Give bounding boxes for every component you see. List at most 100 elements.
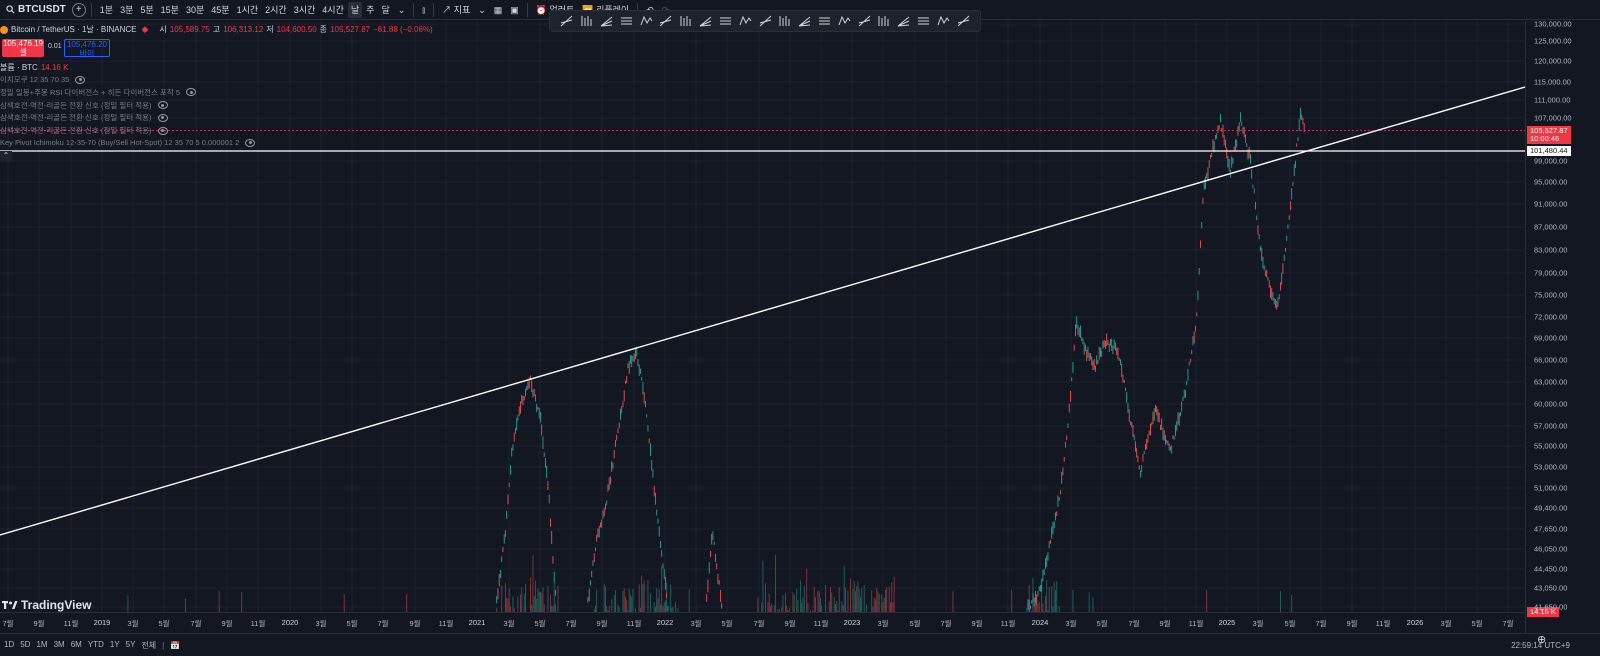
settings-icon[interactable]: ⊕ — [1537, 633, 1551, 647]
candle — [592, 560, 594, 566]
interval-button[interactable]: 4시간 — [319, 2, 347, 18]
candle — [1057, 495, 1059, 507]
eye-visibility-icon[interactable] — [186, 88, 197, 97]
indicator-legend-item[interactable]: 삼색호전-역전-리골든 전환 신호 (정밀 필터 적용) — [0, 100, 168, 111]
symbol-search[interactable]: BTCUSDT — [2, 4, 70, 15]
interval-button[interactable]: 1시간 — [234, 2, 262, 18]
range-button[interactable]: 5Y — [126, 640, 136, 651]
extended-line-icon[interactable] — [934, 13, 952, 29]
candle — [1135, 441, 1136, 452]
range-button[interactable]: 1Y — [110, 640, 120, 651]
chart-type-candles-icon[interactable]: ⫾ — [419, 2, 428, 18]
interval-button[interactable]: 5분 — [137, 2, 156, 18]
date-range-calendar-icon[interactable]: 📅 — [170, 641, 180, 650]
path-icon[interactable] — [835, 13, 853, 29]
interval-button[interactable]: 15분 — [158, 2, 182, 18]
eye-visibility-icon[interactable] — [75, 75, 86, 84]
interval-button[interactable]: 주 — [363, 2, 377, 18]
time-cycles-icon[interactable] — [717, 13, 735, 29]
candle — [1211, 152, 1213, 157]
candle — [596, 534, 598, 542]
buy-button[interactable]: 105,476.20 바이 — [64, 39, 110, 58]
range-button[interactable]: 3M — [54, 640, 65, 651]
price-axis[interactable]: 105,527.87 10:00:46 101,480.44 14.16 K 1… — [1525, 20, 1600, 633]
elliott-wave-icon[interactable] — [657, 13, 675, 29]
price-chart[interactable] — [0, 21, 1525, 633]
indicator-legend-item[interactable]: 정밀 일봉+주봉 RSI 다이버전스 + 히든 다이버전스 포착 5 — [0, 87, 197, 98]
range-button[interactable]: 1M — [36, 640, 47, 651]
interval-button[interactable]: 3시간 — [291, 2, 319, 18]
ray-icon[interactable] — [855, 13, 873, 29]
indicator-label: 삼색호전-역전-리골든 전환 신호 (정밀 필터 적용) — [0, 100, 152, 110]
cycle-lines-icon[interactable] — [677, 13, 695, 29]
templates-icon[interactable]: ▣ — [507, 2, 522, 18]
indicators-button[interactable]: ↗ 지표 — [439, 2, 473, 18]
candle — [512, 444, 514, 451]
eye-visibility-icon[interactable] — [157, 101, 168, 110]
time-axis-label: 9월 — [221, 619, 233, 628]
layouts-grid-icon[interactable]: ▦ — [491, 2, 506, 18]
interval-button[interactable]: 1분 — [97, 2, 116, 18]
pitchfork-icon[interactable] — [578, 13, 596, 29]
indicator-legend-item[interactable]: 이치모쿠 12 35 70 35 — [0, 74, 86, 85]
symbol-title[interactable]: Bitcoin / TetherUS · 1날 · BINANCE — [11, 24, 136, 35]
flag-icon[interactable]: ◆ — [141, 24, 148, 35]
xabcd-icon[interactable] — [816, 13, 834, 29]
candle — [1171, 445, 1173, 454]
interval-dropdown-chevron-icon[interactable]: ⌄ — [395, 2, 409, 18]
candle — [525, 388, 526, 397]
date-range-icon[interactable] — [756, 13, 774, 29]
candle — [1130, 421, 1131, 426]
eye-visibility-icon[interactable] — [157, 113, 168, 122]
abcd-pattern-icon[interactable] — [697, 13, 715, 29]
interval-button[interactable]: 3분 — [117, 2, 136, 18]
parallel-channel-icon[interactable] — [617, 13, 635, 29]
trend-angle-icon[interactable] — [558, 13, 576, 29]
indicator-legend-item[interactable]: Key Pivot Ichimoku 12-35-70 (Buy/Sell Ho… — [0, 138, 256, 147]
trend-line-drawing[interactable] — [0, 86, 1525, 536]
range-button[interactable]: YTD — [88, 640, 104, 651]
candle — [1241, 121, 1243, 127]
tradingview-logo[interactable]: TradingView — [2, 598, 91, 612]
long-position-icon[interactable] — [776, 13, 794, 29]
candle — [611, 461, 613, 472]
sell-button[interactable]: 105,476.19 셀 — [2, 39, 44, 57]
time-axis[interactable]: 7월 9월 11월 2019 3월 5월 7월 9월 11월 2020 3월 5월 7월 9월 11월 202… — [0, 612, 1525, 634]
candle — [527, 381, 529, 390]
volume-legend[interactable]: 볼륨 · BTC 14.16 K — [0, 62, 68, 73]
range-button[interactable]: 5D — [20, 640, 30, 651]
range-button[interactable]: 6M — [71, 640, 82, 651]
interval-button[interactable]: 날 — [347, 1, 363, 18]
eye-visibility-icon[interactable] — [245, 138, 256, 147]
horizontal-ray-icon[interactable] — [895, 13, 913, 29]
indicator-legend-item[interactable]: 삼색호전-역전-리골든 전환 신호 (정밀 필터 적용) — [0, 125, 168, 136]
indicator-legend-item[interactable]: 삼색호전-역전-리골든 전환 신호 (정밀 필터 적용) — [0, 112, 168, 123]
candle — [647, 425, 649, 432]
indicators-chevron-icon[interactable]: ⌄ — [475, 2, 489, 18]
range-button[interactable]: 1D — [4, 640, 14, 651]
low-key: 저 — [266, 25, 274, 34]
gann-fan-icon[interactable] — [796, 13, 814, 29]
fib-fan-icon[interactable] — [598, 13, 616, 29]
interval-button[interactable]: 45분 — [208, 2, 232, 18]
collapse-legend-chevron-icon[interactable]: ⌃ — [0, 151, 12, 161]
eye-visibility-icon[interactable] — [157, 126, 168, 135]
pattern-icon[interactable] — [637, 13, 655, 29]
zigzag-icon[interactable] — [954, 13, 972, 29]
forecast-icon-glyph — [878, 16, 889, 26]
candle — [608, 477, 610, 490]
range-button[interactable]: 전체 — [141, 640, 156, 651]
interval-button[interactable]: 달 — [378, 2, 392, 18]
range-icon[interactable] — [736, 13, 754, 29]
forecast-icon[interactable] — [875, 13, 893, 29]
candle — [1242, 127, 1244, 135]
candle — [1041, 578, 1043, 592]
interval-button[interactable]: 30분 — [183, 2, 207, 18]
candle — [1183, 389, 1185, 398]
candle — [1120, 359, 1121, 366]
compare-plus-icon[interactable]: + — [71, 2, 86, 17]
info-line-icon[interactable] — [915, 13, 933, 29]
price-axis-label: 99,000.00 — [1534, 156, 1568, 166]
candle — [1208, 160, 1210, 168]
interval-button[interactable]: 2시간 — [262, 2, 290, 18]
